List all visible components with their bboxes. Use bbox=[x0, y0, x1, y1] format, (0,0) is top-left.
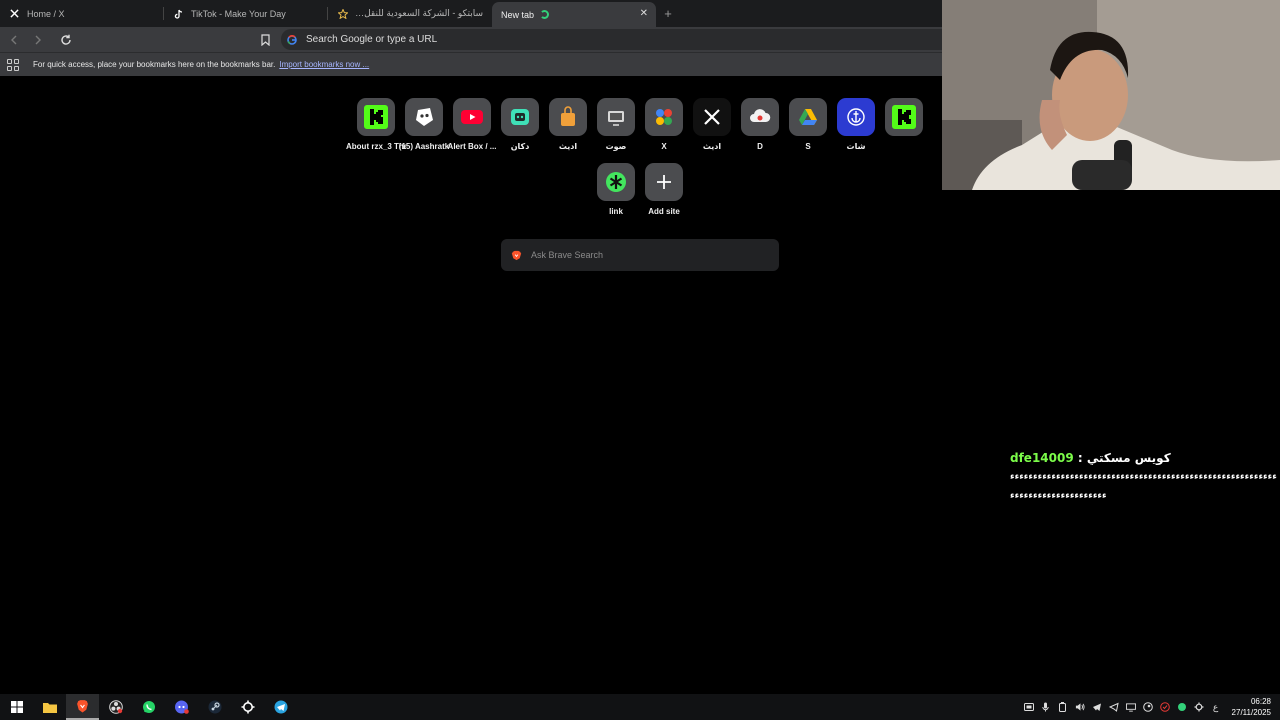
screen: Home / X TikTok - Make Your Day سابتكو -… bbox=[0, 0, 1280, 720]
bookmarks-bar: For quick access, place your bookmarks h… bbox=[0, 52, 942, 76]
tile-label: شات bbox=[846, 142, 866, 151]
onedrive-icon[interactable] bbox=[1023, 702, 1034, 712]
whatsapp-icon[interactable] bbox=[132, 694, 165, 720]
linktree-icon bbox=[597, 163, 635, 201]
tiktok-icon bbox=[173, 8, 184, 19]
brave-icon[interactable] bbox=[66, 694, 99, 720]
file-explorer-icon[interactable] bbox=[33, 694, 66, 720]
send-icon[interactable] bbox=[1108, 702, 1119, 712]
windows-start-icon[interactable] bbox=[0, 694, 33, 720]
antivirus-icon[interactable] bbox=[1159, 702, 1170, 712]
tab-title: TikTok - Make Your Day bbox=[191, 8, 286, 19]
back-button[interactable] bbox=[4, 30, 24, 50]
google-icon bbox=[287, 34, 297, 45]
youtube-icon bbox=[453, 98, 491, 136]
tab-title: سابتكو - الشركة السعودية للنقل الجماعي bbox=[355, 8, 483, 18]
steelseries-icon[interactable] bbox=[231, 694, 264, 720]
tab-home-x[interactable]: Home / X bbox=[0, 0, 164, 27]
top-site-tile[interactable] bbox=[874, 98, 934, 142]
system-tray: ع 06:28 27/11/2025 bbox=[1023, 694, 1271, 720]
plus-icon bbox=[645, 163, 683, 201]
tray-steam-icon[interactable] bbox=[1142, 702, 1153, 712]
tab-saptco[interactable]: سابتكو - الشركة السعودية للنقل الجماعي bbox=[328, 0, 492, 27]
stream-chat-message: dfe14009 : كويس مسكتي ءءءءءءءءءءءءءءءءءء… bbox=[1010, 451, 1280, 506]
tab-new-tab[interactable]: New tab ✕ bbox=[492, 2, 656, 27]
address-placeholder: Search Google or type a URL bbox=[306, 34, 438, 45]
chat-header: dfe14009 : كويس مسكتي bbox=[1010, 451, 1280, 465]
brave-search-box[interactable]: Ask Brave Search bbox=[501, 239, 779, 271]
tray-telegram-icon[interactable] bbox=[1092, 702, 1102, 712]
dots-icon bbox=[645, 98, 683, 136]
telegram-icon[interactable] bbox=[264, 694, 297, 720]
bookmark-icon bbox=[260, 34, 270, 46]
x-logo-icon bbox=[9, 8, 20, 19]
forward-button[interactable] bbox=[28, 30, 48, 50]
cloud-icon bbox=[741, 98, 779, 136]
chat-separator: : bbox=[1073, 451, 1087, 465]
status-green-icon[interactable] bbox=[1177, 702, 1187, 712]
microphone-icon[interactable] bbox=[1041, 702, 1051, 712]
tile-label: Add site bbox=[648, 207, 680, 216]
kick-icon bbox=[885, 98, 923, 136]
tab-tiktok[interactable]: TikTok - Make Your Day bbox=[164, 0, 328, 27]
taskbar: ع 06:28 27/11/2025 bbox=[0, 694, 1280, 720]
monitor-icon bbox=[597, 98, 635, 136]
obs-icon[interactable] bbox=[99, 694, 132, 720]
apps-grid-icon[interactable] bbox=[7, 58, 19, 71]
battery-icon[interactable] bbox=[1058, 702, 1068, 712]
import-bookmarks-link[interactable]: Import bookmarks now ... bbox=[279, 60, 369, 69]
reload-icon bbox=[61, 34, 71, 45]
tray-steelseries-icon[interactable] bbox=[1194, 702, 1204, 712]
tab-title: New tab bbox=[501, 9, 535, 20]
close-tab-icon[interactable]: ✕ bbox=[640, 8, 648, 19]
address-bar[interactable]: Search Google or type a URL bbox=[281, 29, 942, 50]
bookmark-button[interactable] bbox=[257, 32, 273, 48]
chat-username: dfe14009 bbox=[1010, 451, 1074, 465]
clock-date: 27/11/2025 bbox=[1231, 708, 1271, 717]
app-icon bbox=[501, 98, 539, 136]
display-icon[interactable] bbox=[1125, 702, 1136, 712]
chat-text: كويس مسكتي bbox=[1086, 451, 1171, 465]
add-site-tile[interactable]: Add site bbox=[634, 163, 694, 216]
shopping-bag-icon bbox=[549, 98, 587, 136]
kick-icon bbox=[357, 98, 395, 136]
brave-lion-icon bbox=[511, 250, 522, 260]
volume-icon[interactable] bbox=[1075, 702, 1085, 712]
new-tab-button[interactable]: + bbox=[656, 0, 680, 27]
chevron-left-icon bbox=[11, 35, 17, 44]
webcam-overlay bbox=[942, 0, 1280, 190]
saptco-icon bbox=[337, 8, 348, 19]
anchor-icon bbox=[837, 98, 875, 136]
clock-time: 06:28 bbox=[1250, 697, 1271, 706]
x-logo-icon bbox=[693, 98, 731, 136]
search-placeholder: Ask Brave Search bbox=[531, 250, 604, 260]
chevron-right-icon bbox=[35, 35, 41, 44]
language-indicator[interactable]: ع bbox=[1211, 702, 1221, 712]
clock[interactable]: 06:28 27/11/2025 bbox=[1232, 696, 1271, 718]
tab-strip: Home / X TikTok - Make Your Day سابتكو -… bbox=[0, 0, 942, 27]
drive-icon bbox=[789, 98, 827, 136]
webcam-person-image bbox=[942, 0, 1280, 190]
chat-body: ءءءءءءءءءءءءءءءءءءءءءءءءءءءءءءءءءءءءءءءء… bbox=[1010, 472, 1278, 501]
reload-button[interactable] bbox=[56, 30, 76, 50]
loading-spinner-icon bbox=[540, 10, 550, 19]
toolbar: Search Google or type a URL bbox=[0, 27, 942, 52]
bookmarks-hint: For quick access, place your bookmarks h… bbox=[33, 60, 276, 69]
steam-icon[interactable] bbox=[198, 694, 231, 720]
ghost-icon bbox=[405, 98, 443, 136]
tab-title: Home / X bbox=[27, 8, 65, 19]
discord-icon[interactable] bbox=[165, 694, 198, 720]
